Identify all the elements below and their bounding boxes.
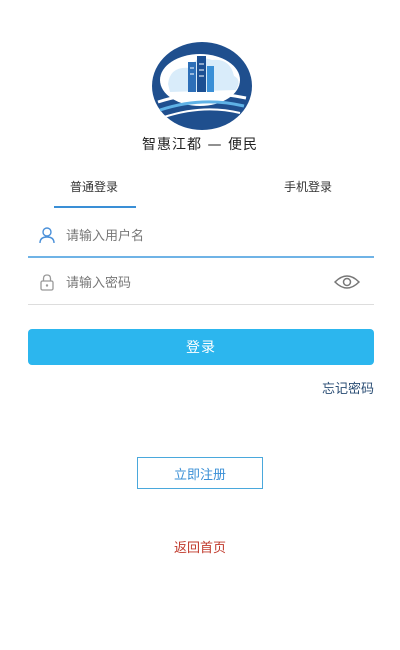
forgot-password-link[interactable]: 忘记密码: [322, 378, 374, 397]
password-field: [28, 261, 374, 305]
password-input[interactable]: [66, 271, 326, 295]
tab-normal-login[interactable]: 普通登录: [70, 178, 118, 195]
tab-phone-login[interactable]: 手机登录: [284, 178, 332, 195]
app-title: 智惠江都 — 便民: [142, 137, 258, 153]
login-button[interactable]: 登录: [28, 329, 374, 365]
city-cloud-logo-icon: [152, 42, 252, 130]
username-field: [28, 214, 374, 258]
username-input[interactable]: [66, 224, 326, 248]
user-icon: [38, 226, 56, 244]
eye-icon[interactable]: [333, 273, 361, 291]
app-logo: [150, 40, 254, 132]
active-tab-indicator: [54, 206, 136, 208]
lock-icon: [38, 273, 56, 291]
login-tabs: 普通登录 手机登录: [28, 178, 374, 210]
register-button[interactable]: 立即注册: [137, 457, 263, 489]
back-home-link[interactable]: 返回首页: [0, 537, 400, 556]
